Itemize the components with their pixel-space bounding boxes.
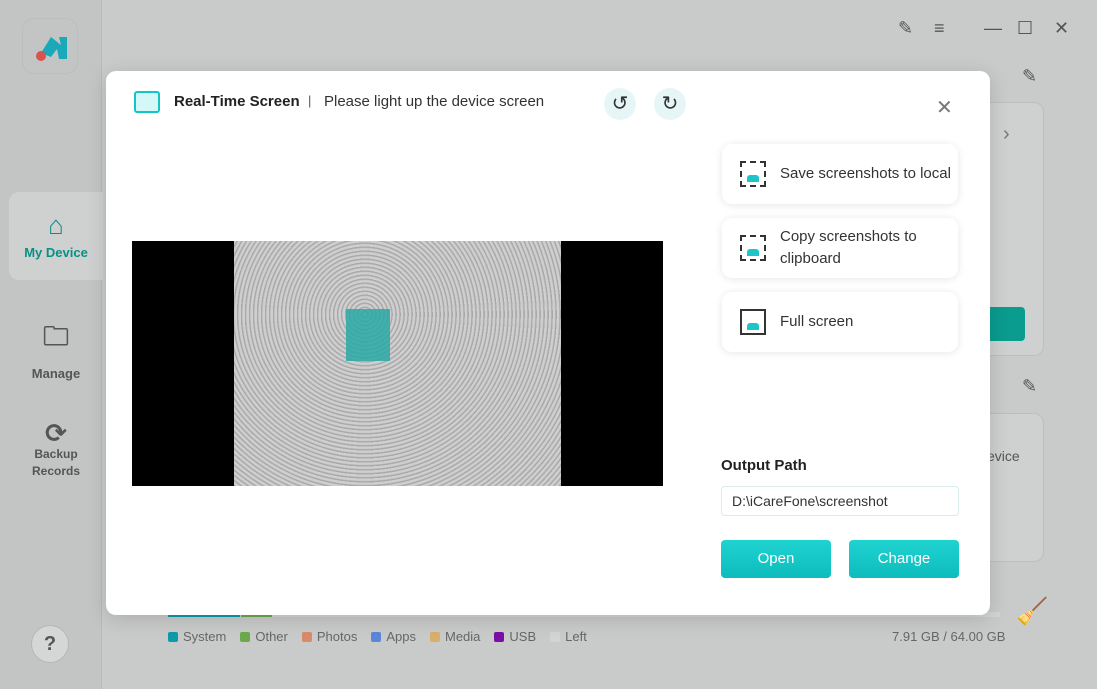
home-icon: ⌂ — [48, 210, 64, 240]
storage-usage: 7.91 GB / 64.00 GB — [892, 629, 1006, 644]
open-button[interactable]: Open — [721, 540, 831, 578]
copy-screenshot-icon — [740, 235, 766, 261]
menu-icon[interactable]: ≡ — [934, 18, 945, 39]
save-screenshots-button[interactable]: Save screenshots to local — [722, 144, 958, 204]
nav-label: Backup Records — [31, 447, 81, 478]
device-screen-preview — [132, 241, 663, 486]
dialog-subtitle: Please light up the device screen — [324, 93, 545, 110]
save-screenshot-icon — [740, 161, 766, 187]
legend-item: Other — [240, 629, 288, 644]
device-text: evice — [987, 448, 1020, 464]
sidebar-item-my-device[interactable]: ⌂ My Device — [9, 192, 103, 280]
folder-icon: 🗀 — [42, 321, 69, 351]
action-label: Full screen — [780, 313, 854, 330]
rotate-left-icon[interactable]: ↺ — [604, 88, 636, 120]
full-screen-button[interactable]: Full screen — [722, 292, 958, 352]
separator: | — [308, 93, 312, 108]
sidebar-item-manage[interactable]: 🗀 Manage — [9, 318, 103, 381]
feedback-icon[interactable]: ✎ — [898, 18, 913, 39]
close-window-icon[interactable]: ✕ — [1054, 18, 1069, 39]
legend-item: USB — [494, 629, 536, 644]
rotate-right-icon[interactable]: ↻ — [654, 88, 686, 120]
sidebar: ⌂ My Device 🗀 Manage ⟳ Backup Records ? — [0, 0, 103, 689]
dialog-title: Real-Time Screen — [174, 93, 300, 110]
backup-icon: ⟳ — [45, 418, 67, 448]
copy-screenshots-button[interactable]: Copy screenshots to clipboard — [722, 218, 958, 278]
maximize-icon[interactable]: ☐ — [1017, 18, 1033, 39]
legend-item: Left — [550, 629, 587, 644]
device-screen-image — [234, 241, 561, 486]
app-logo — [22, 18, 78, 74]
nav-label: Manage — [31, 366, 81, 381]
nav-label: My Device — [24, 245, 88, 260]
chevron-right-icon[interactable]: › — [1003, 123, 1010, 146]
real-time-screen-dialog: Real-Time Screen | Please light up the d… — [106, 71, 990, 615]
output-path-input[interactable] — [721, 486, 959, 516]
action-label: Save screenshots to local — [780, 165, 951, 182]
output-path-label: Output Path — [721, 457, 807, 474]
edit-icon[interactable]: ✎ — [1022, 376, 1037, 397]
clean-icon[interactable]: 🧹 — [1016, 596, 1048, 627]
full-screen-icon — [740, 309, 766, 335]
legend-item: System — [168, 629, 226, 644]
action-label: Copy screenshots to clipboard — [780, 228, 917, 267]
legend-item: Apps — [371, 629, 416, 644]
monitor-icon — [134, 91, 160, 113]
edit-icon[interactable]: ✎ — [1022, 66, 1037, 87]
change-button[interactable]: Change — [849, 540, 959, 578]
legend-item: Photos — [301, 629, 357, 644]
close-icon[interactable]: ✕ — [936, 95, 953, 120]
sidebar-item-backup-records[interactable]: ⟳ Backup Records — [9, 418, 103, 480]
help-button[interactable]: ? — [31, 625, 69, 663]
minimize-icon[interactable]: — — [984, 18, 1002, 39]
storage-legend: System Other Photos Apps Media USB Left — [168, 629, 587, 644]
legend-item: Media — [429, 629, 480, 644]
